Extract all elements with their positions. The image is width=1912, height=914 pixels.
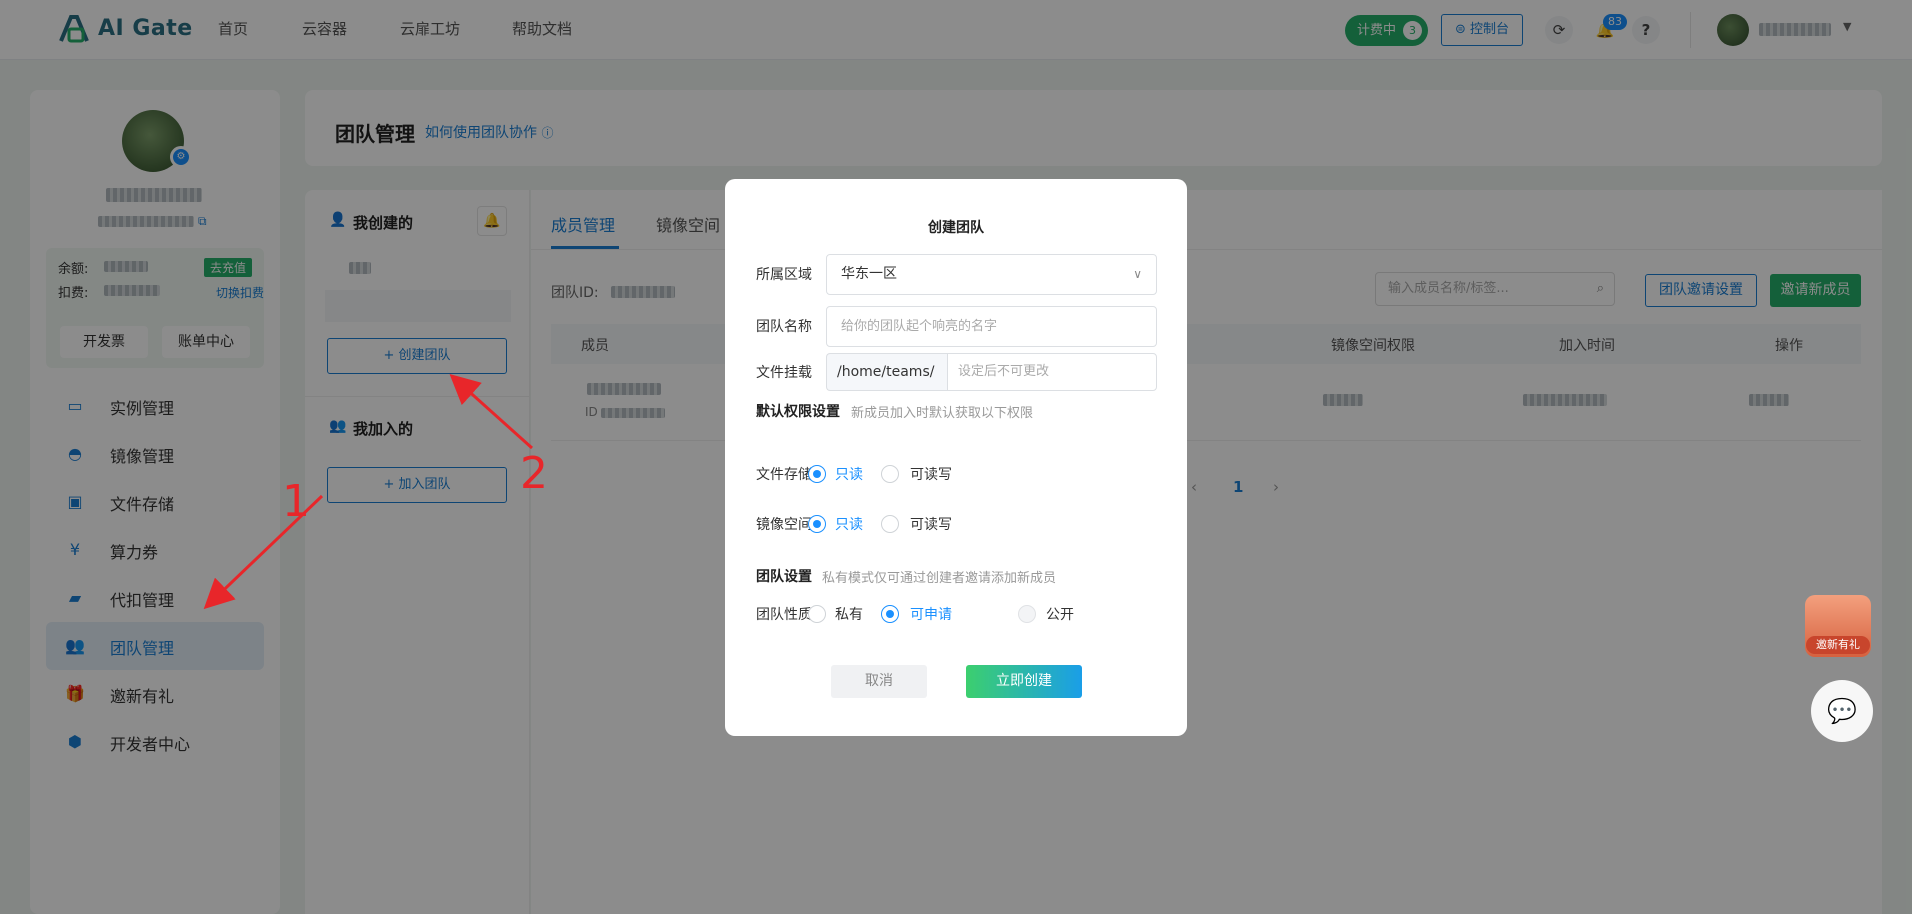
storage-readwrite-radio[interactable]: [881, 465, 899, 483]
file-storage-label: 文件存储: [756, 467, 812, 483]
image-readwrite-label[interactable]: 可读写: [910, 514, 952, 534]
storage-readwrite-label[interactable]: 可读写: [910, 464, 952, 484]
team-nature-label: 团队性质: [756, 607, 812, 623]
arrow-2: [449, 373, 534, 450]
team-settings-hint: 私有模式仅可通过创建者邀请添加新成员: [822, 571, 1057, 586]
region-value: 华东一区: [841, 266, 897, 282]
region-select[interactable]: 华东一区 ∨: [826, 254, 1157, 295]
storage-readonly-label[interactable]: 只读: [835, 464, 863, 484]
chevron-down-icon: ∨: [1133, 267, 1142, 281]
mount-path-prefix: /home/teams/: [826, 353, 948, 391]
dialog-title: 创建团队: [928, 220, 984, 236]
cancel-button[interactable]: 取消: [831, 665, 927, 698]
permission-section-hint: 新成员加入时默认获取以下权限: [851, 406, 1034, 421]
team-name-label: 团队名称: [756, 319, 812, 335]
nature-public-label: 公开: [1046, 607, 1074, 623]
mount-path-input[interactable]: 设定后不可更改: [947, 353, 1157, 391]
nature-public-radio: [1018, 605, 1036, 623]
nature-private-label[interactable]: 私有: [835, 604, 863, 624]
permission-section-title: 默认权限设置: [756, 404, 840, 420]
create-now-button[interactable]: 立即创建: [966, 665, 1082, 698]
team-name-input[interactable]: 给你的团队起个响亮的名字: [826, 306, 1157, 347]
nature-applicable-radio[interactable]: [881, 605, 899, 623]
image-space-label: 镜像空间: [756, 517, 812, 533]
region-label: 所属区域: [756, 267, 812, 283]
image-readonly-radio[interactable]: [808, 515, 826, 533]
nature-applicable-label[interactable]: 可申请: [910, 604, 952, 624]
annotation-number-1: 1: [282, 476, 310, 527]
nature-private-radio[interactable]: [808, 605, 826, 623]
image-readonly-label[interactable]: 只读: [835, 514, 863, 534]
storage-readonly-radio[interactable]: [808, 465, 826, 483]
create-team-dialog: 创建团队 所属区域 华东一区 ∨ 团队名称 给你的团队起个响亮的名字 文件挂载 …: [725, 179, 1187, 736]
mount-label: 文件挂载: [756, 365, 812, 381]
image-readwrite-radio[interactable]: [881, 515, 899, 533]
team-settings-title: 团队设置: [756, 569, 812, 585]
annotation-number-2: 2: [520, 448, 548, 499]
